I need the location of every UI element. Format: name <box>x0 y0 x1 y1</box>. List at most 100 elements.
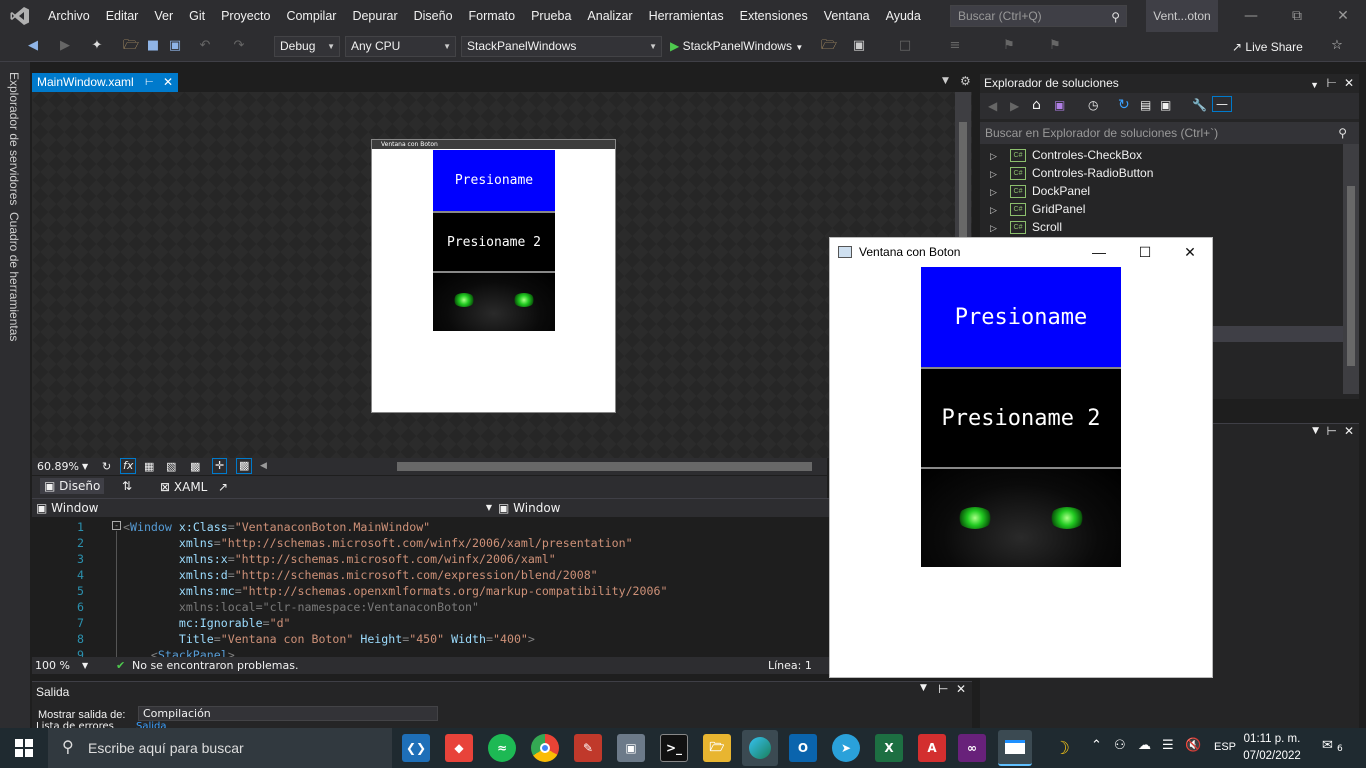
xaml-code-editor[interactable]: - 1 <Window x:Class="VentanaconBoton.Main… <box>32 517 829 662</box>
back-icon[interactable]: ◀ <box>988 99 997 113</box>
menu-ventana[interactable]: Ventana <box>816 0 878 32</box>
menu-proyecto[interactable]: Proyecto <box>213 0 278 32</box>
redo-icon[interactable]: ↷ <box>230 37 248 55</box>
excel-icon[interactable]: X <box>875 734 903 762</box>
tab-xaml[interactable]: ⊠ XAML <box>160 479 207 495</box>
new-project-icon[interactable]: ✦ <box>88 37 106 55</box>
solution-tree-item[interactable]: ▷ C# Scroll <box>990 218 1062 236</box>
app-minimize-button[interactable]: — <box>1076 238 1122 266</box>
paint-icon[interactable]: ✎ <box>574 734 602 762</box>
switch-views-icon[interactable]: ▣ <box>1054 98 1065 112</box>
menu-git[interactable]: Git <box>181 0 213 32</box>
edge-icon[interactable] <box>742 730 778 766</box>
menu-ver[interactable]: Ver <box>146 0 181 32</box>
dropdown-icon[interactable]: ▼ <box>1312 426 1319 436</box>
platform-dropdown[interactable]: Any CPU ▼ <box>345 36 456 57</box>
menu-archivo[interactable]: Archivo <box>40 0 98 32</box>
expand-arrow-icon[interactable]: ▷ <box>990 147 1010 165</box>
anydesk-icon[interactable]: ◆ <box>445 734 473 762</box>
fx-icon[interactable]: fx <box>120 458 137 474</box>
solution-explorer-scrollbar[interactable] <box>1343 144 1359 394</box>
taskbar-search-box[interactable]: ⚲ Escribe aquí para buscar <box>48 728 392 768</box>
menu-herramientas[interactable]: Herramientas <box>641 0 732 32</box>
checker-icon[interactable]: ▩ <box>190 458 200 475</box>
device-icon[interactable]: ▩ <box>236 458 253 474</box>
menu-prueba[interactable]: Prueba <box>523 0 579 32</box>
snap-icon[interactable]: ✛ <box>212 458 228 474</box>
folder-icon[interactable]: 🗁 <box>820 37 838 55</box>
selected-tree-row[interactable] <box>1213 326 1343 342</box>
browser-icon[interactable]: ▣ <box>850 37 868 55</box>
output-source-dropdown[interactable]: Compilación <box>138 706 438 721</box>
solution-tree-item[interactable]: ▷ C# Controles-CheckBox <box>990 146 1142 164</box>
back-icon[interactable]: ◀ <box>24 37 42 55</box>
notification-center-icon[interactable]: ✉ 6 <box>1322 738 1346 758</box>
element-dropdown-left[interactable]: ▣ Window ▼ <box>36 500 492 516</box>
menu-ayuda[interactable]: Ayuda <box>878 0 929 32</box>
preview-button-presioname-2[interactable]: Presioname 2 <box>433 211 555 271</box>
button-presioname[interactable]: Presioname <box>921 267 1121 367</box>
bookmark-nav-icon[interactable]: ⚑ <box>1046 37 1064 55</box>
collapse-all-icon[interactable]: ▤ <box>1140 98 1151 112</box>
telegram-icon[interactable]: ➤ <box>832 734 860 762</box>
terminal-icon[interactable]: >_ <box>660 734 688 762</box>
onedrive-cloud-icon[interactable]: ☁ <box>1138 738 1151 753</box>
preview-selected-icon[interactable]: — <box>1212 96 1232 112</box>
grid-icon[interactable]: ▦ <box>144 458 154 475</box>
tab-design[interactable]: ▣ Diseño <box>40 478 105 494</box>
scrollbar-thumb[interactable] <box>1347 186 1355 366</box>
menu-compilar[interactable]: Compilar <box>278 0 344 32</box>
menu-extensiones[interactable]: Extensiones <box>732 0 816 32</box>
chrome-icon[interactable] <box>531 734 559 762</box>
volume-muted-icon[interactable]: 🔇 <box>1185 738 1201 753</box>
issues-text[interactable]: No se encontraron problemas. <box>132 657 298 674</box>
config-dropdown[interactable]: Debug ▼ <box>274 36 340 57</box>
expand-arrow-icon[interactable]: ▷ <box>990 165 1010 183</box>
wifi-icon[interactable]: ☰ <box>1162 738 1174 753</box>
sync-icon[interactable]: ↻ <box>1118 97 1130 113</box>
network-icon[interactable]: ▣ <box>617 734 645 762</box>
outlook-icon[interactable]: O <box>789 734 817 762</box>
chevron-down-icon[interactable]: ▼ <box>82 657 88 674</box>
close-icon[interactable]: ✕ <box>163 73 173 92</box>
element-dropdown-right[interactable]: ▣ Window <box>498 500 828 516</box>
solution-search-input[interactable]: Buscar en Explorador de soluciones (Ctrl… <box>980 122 1359 144</box>
bookmark-icon[interactable]: ⚑ <box>1000 37 1018 55</box>
close-icon[interactable]: ✕ <box>1344 424 1354 438</box>
file-explorer-icon[interactable]: 🗁 <box>703 734 731 762</box>
expand-arrow-icon[interactable]: ▷ <box>990 219 1010 237</box>
menu-depurar[interactable]: Depurar <box>344 0 405 32</box>
popout-icon[interactable]: ↗ <box>218 479 228 495</box>
undo-icon[interactable]: ↶ <box>196 37 214 55</box>
forward-icon[interactable]: ▶ <box>56 37 74 55</box>
solution-tree-item[interactable]: ▷ C# DockPanel <box>990 182 1090 200</box>
visual-studio-icon[interactable]: ∞ <box>958 734 986 762</box>
refresh-icon[interactable]: ↻ <box>102 458 111 475</box>
toolbar-icon-disabled[interactable]: □ <box>896 37 914 55</box>
solution-tree-item[interactable]: ▷ C# Controles-RadioButton <box>990 164 1153 182</box>
startup-project-dropdown[interactable]: StackPanelWindows ▼ <box>461 36 662 57</box>
pin-icon[interactable]: ⊢ <box>1327 424 1337 438</box>
taskbar-clock[interactable]: 01:11 p. m. 07/02/2022 <box>1240 731 1304 767</box>
menu-formato[interactable]: Formato <box>461 0 524 32</box>
collapse-icon[interactable]: - <box>112 521 121 530</box>
chevron-down-icon[interactable]: ▼ <box>82 458 88 475</box>
designer-window-preview[interactable]: Ventana con Boton Presioname Presioname … <box>371 139 616 413</box>
pin-icon[interactable]: ⊢ <box>145 73 154 92</box>
live-share-button[interactable]: ↗ Live Share <box>1232 38 1303 56</box>
running-app-taskbar-icon[interactable] <box>998 730 1032 766</box>
server-explorer-tab[interactable]: Explorador de servidores <box>7 72 21 205</box>
acrobat-icon[interactable]: A <box>918 734 946 762</box>
spotify-icon[interactable]: ≈ <box>488 734 516 762</box>
menu-editar[interactable]: Editar <box>98 0 147 32</box>
dropdown-icon[interactable]: ▼ <box>1310 76 1319 95</box>
close-button[interactable]: ✕ <box>1320 0 1366 32</box>
windows-start-button[interactable] <box>0 728 48 768</box>
expand-arrow-icon[interactable]: ▷ <box>990 183 1010 201</box>
open-folder-icon[interactable]: 🗁 <box>122 37 140 55</box>
history-icon[interactable]: ◷ <box>1088 98 1098 112</box>
weather-moon-icon[interactable]: ☽ <box>1048 734 1076 762</box>
toolbox-tab[interactable]: Cuadro de herramientas <box>7 212 21 341</box>
zoom-dropdown[interactable]: 60.89% <box>37 458 79 475</box>
language-indicator[interactable]: ESP <box>1214 741 1236 753</box>
